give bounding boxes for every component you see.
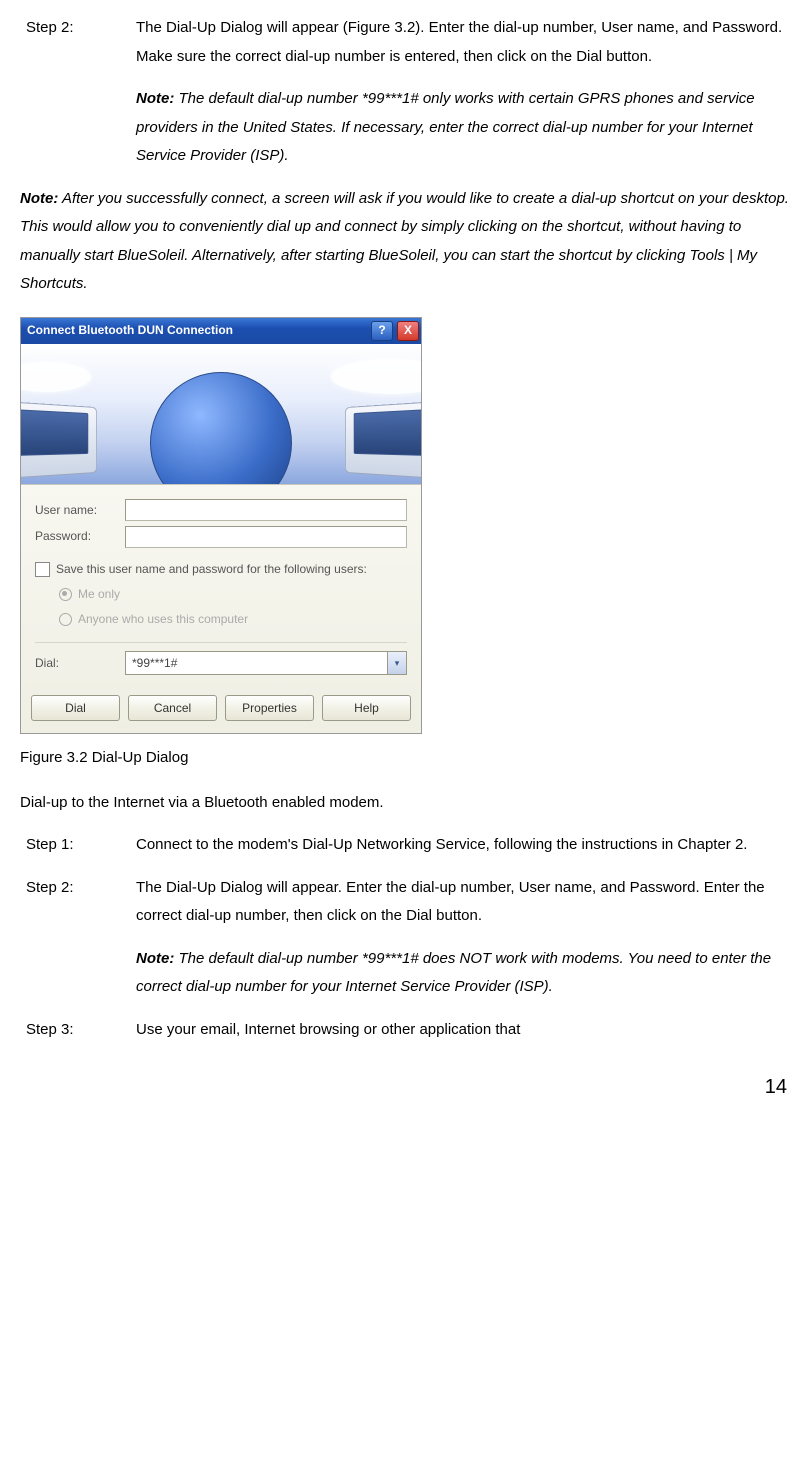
step-text: Connect to the modem's Dial-Up Networkin…	[136, 831, 793, 860]
note-text: The default dial-up number *99***1# does…	[136, 950, 771, 996]
divider	[35, 642, 407, 643]
note-label: Note:	[136, 90, 174, 107]
outer-note: Note: After you successfully connect, a …	[20, 185, 793, 299]
step-body: The Dial-Up Dialog will appear (Figure 3…	[136, 14, 793, 171]
cloud-icon	[331, 359, 421, 394]
note-label: Note:	[136, 950, 174, 967]
step-label: Step 2:	[20, 14, 136, 171]
save-credentials-checkbox[interactable]	[35, 562, 50, 577]
step-block: Step 2: The Dial-Up Dialog will appear. …	[20, 874, 793, 1002]
radio-anyone-label: Anyone who uses this computer	[78, 608, 248, 631]
note-text: After you successfully connect, a screen…	[20, 190, 789, 293]
step-label: Step 1:	[20, 831, 136, 860]
step-text: The Dial-Up Dialog will appear. Enter th…	[136, 874, 793, 931]
dial-number-combo[interactable]: *99***1# ▾	[125, 651, 407, 675]
dial-number-value: *99***1#	[132, 652, 387, 675]
dial-label: Dial:	[35, 652, 125, 675]
properties-button[interactable]: Properties	[225, 695, 314, 721]
radio-me-only[interactable]	[59, 588, 72, 601]
help-button[interactable]: Help	[322, 695, 411, 721]
dial-button[interactable]: Dial	[31, 695, 120, 721]
password-label: Password:	[35, 525, 125, 548]
step-text: Use your email, Internet browsing or oth…	[136, 1016, 793, 1045]
radio-anyone[interactable]	[59, 613, 72, 626]
step-block: Step 1: Connect to the modem's Dial-Up N…	[20, 831, 793, 860]
dialog-body: User name: Password: Save this user name…	[21, 344, 421, 734]
radio-me-only-label: Me only	[78, 583, 120, 606]
cancel-button[interactable]: Cancel	[128, 695, 217, 721]
save-credentials-label: Save this user name and password for the…	[56, 558, 367, 581]
cloud-icon	[21, 362, 91, 392]
note-text: The default dial-up number *99***1# only…	[136, 90, 755, 164]
laptop-icon	[21, 400, 97, 480]
page-number: 14	[20, 1068, 793, 1106]
username-label: User name:	[35, 499, 125, 522]
step-label: Step 3:	[20, 1016, 136, 1045]
password-input[interactable]	[125, 526, 407, 548]
globe-icon	[150, 372, 292, 485]
step-block: Step 2: The Dial-Up Dialog will appear (…	[20, 14, 793, 171]
step-text: The Dial-Up Dialog will appear (Figure 3…	[136, 14, 793, 71]
titlebar-help-button[interactable]: ?	[371, 321, 393, 341]
step-body: The Dial-Up Dialog will appear. Enter th…	[136, 874, 793, 1002]
chevron-down-icon[interactable]: ▾	[387, 652, 406, 674]
dialog-titlebar: Connect Bluetooth DUN Connection ? X	[21, 318, 421, 344]
username-input[interactable]	[125, 499, 407, 521]
step-label: Step 2:	[20, 874, 136, 1002]
dialup-dialog: Connect Bluetooth DUN Connection ? X Use…	[20, 317, 422, 735]
note-label: Note:	[20, 190, 58, 207]
section-subheading: Dial-up to the Internet via a Bluetooth …	[20, 789, 793, 818]
figure-caption: Figure 3.2 Dial-Up Dialog	[20, 744, 793, 773]
titlebar-close-button[interactable]: X	[397, 321, 419, 341]
dialog-banner	[21, 344, 421, 485]
laptop-icon	[345, 400, 421, 480]
dialog-title: Connect Bluetooth DUN Connection	[27, 319, 369, 342]
step-block: Step 3: Use your email, Internet browsin…	[20, 1016, 793, 1045]
